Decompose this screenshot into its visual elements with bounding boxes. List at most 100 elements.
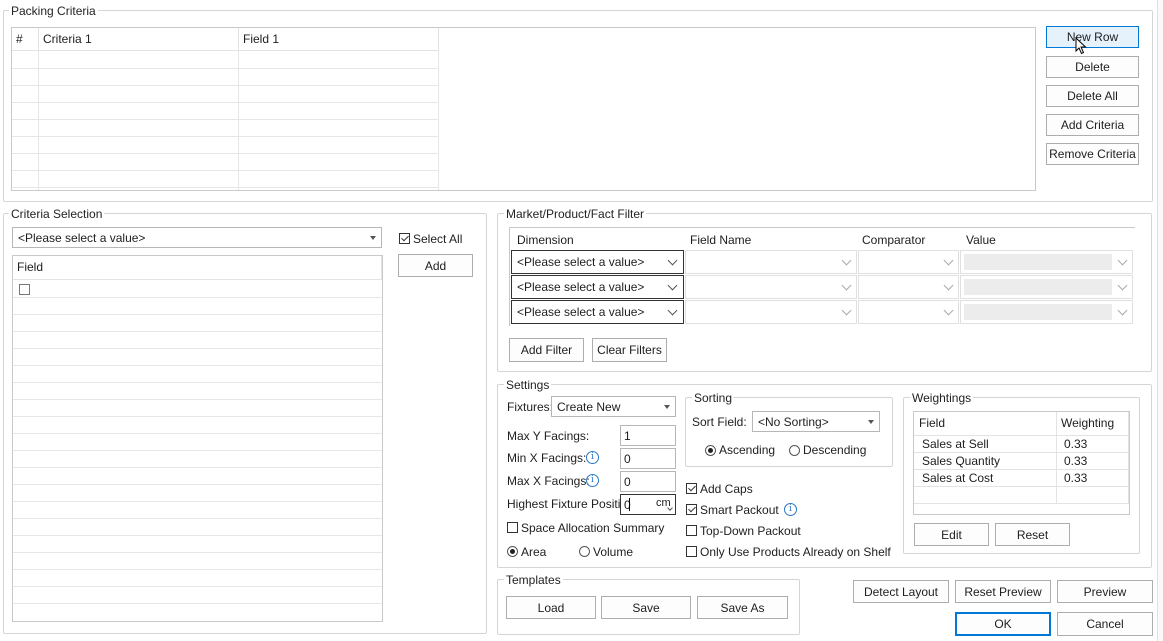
top-down-packout-checkbox[interactable] <box>686 525 697 536</box>
save-template-button[interactable]: Save <box>601 596 691 619</box>
delete-button[interactable]: Delete <box>1046 56 1139 78</box>
table-row-weight[interactable]: 0.33 <box>1057 453 1129 470</box>
column-header-field-1[interactable]: Field 1 <box>239 28 439 51</box>
sort-field-label: Sort Field: <box>692 415 747 429</box>
add-button[interactable]: Add <box>398 254 473 277</box>
field-list[interactable]: Field <box>12 255 383 622</box>
highest-fixture-position-label: Highest Fixture Position: <box>507 497 638 511</box>
dimension-dropdown-value: <Please select a value> <box>517 280 645 294</box>
info-icon[interactable]: i <box>586 474 599 487</box>
max-y-facings-input[interactable]: 1 <box>620 425 676 446</box>
chevron-down-icon <box>841 255 852 266</box>
value-dropdown[interactable] <box>960 250 1133 274</box>
chevron-down-icon[interactable] <box>667 505 673 511</box>
comparator-dropdown[interactable] <box>858 300 959 324</box>
save-as-template-button[interactable]: Save As <box>697 596 788 619</box>
sort-field-dropdown[interactable]: <No Sorting> <box>752 411 880 432</box>
remove-criteria-button[interactable]: Remove Criteria <box>1046 143 1139 165</box>
preview-button[interactable]: Preview <box>1057 580 1153 603</box>
fixtures-label: Fixtures: <box>507 400 554 414</box>
dimension-dropdown[interactable]: <Please select a value> <box>511 300 684 324</box>
chevron-down-icon <box>943 255 954 266</box>
select-all-checkbox[interactable] <box>399 233 410 244</box>
smart-packout-checkbox[interactable] <box>686 504 697 515</box>
chevron-down-icon <box>841 305 852 316</box>
max-x-facings-label: Max X Facings: <box>507 474 590 488</box>
comparator-dropdown[interactable] <box>858 275 959 299</box>
sorting-title: Sorting <box>692 391 735 405</box>
grid-line <box>13 552 382 553</box>
weightings-title: Weightings <box>910 391 974 405</box>
column-header-field[interactable]: Field <box>914 412 1057 436</box>
edit-weightings-button[interactable]: Edit <box>914 523 989 546</box>
column-header-number[interactable]: # <box>12 28 39 51</box>
area-radio[interactable] <box>507 546 518 557</box>
comparator-dropdown[interactable] <box>858 250 959 274</box>
grid-line <box>13 416 382 417</box>
volume-radio[interactable] <box>579 546 590 557</box>
grid-line <box>13 450 382 451</box>
settings-title: Settings <box>504 378 552 392</box>
column-header-weighting[interactable]: Weighting <box>1057 412 1129 436</box>
add-caps-label: Add Caps <box>700 482 753 496</box>
grid-line <box>12 170 439 171</box>
field-name-dropdown[interactable] <box>685 300 857 324</box>
grid-line <box>12 85 439 86</box>
only-use-products-label: Only Use Products Already on Shelf <box>700 545 891 559</box>
space-allocation-summary-checkbox[interactable] <box>507 522 518 533</box>
packing-criteria-grid[interactable]: # Criteria 1 Field 1 <box>11 27 1036 191</box>
grid-line <box>12 187 439 188</box>
column-header-value: Value <box>966 233 996 247</box>
criteria-dropdown[interactable]: <Please select a value> <box>12 227 382 248</box>
criteria-dropdown-value: <Please select a value> <box>18 230 146 245</box>
info-icon[interactable]: i <box>784 503 797 516</box>
fixtures-dropdown[interactable]: Create New <box>551 396 676 417</box>
weightings-grid[interactable]: Field Weighting Sales at Sell 0.33 Sales… <box>913 411 1130 515</box>
cancel-button[interactable]: Cancel <box>1057 612 1153 636</box>
max-x-facings-input[interactable]: 0 <box>620 471 676 492</box>
chevron-down-icon <box>841 280 852 291</box>
grid-line <box>12 102 439 103</box>
new-row-button[interactable]: New Row <box>1046 26 1139 48</box>
descending-radio[interactable] <box>789 445 800 456</box>
reset-weightings-button[interactable]: Reset <box>995 523 1070 546</box>
load-template-button[interactable]: Load <box>506 596 596 619</box>
add-caps-checkbox[interactable] <box>686 483 697 494</box>
table-row-field[interactable]: Sales at Cost <box>914 470 1057 487</box>
field-name-dropdown[interactable] <box>685 250 857 274</box>
dimension-dropdown[interactable]: <Please select a value> <box>511 275 684 299</box>
top-down-packout-label: Top-Down Packout <box>700 524 801 538</box>
dimension-dropdown-value: <Please select a value> <box>517 255 645 269</box>
grid-line <box>13 399 382 400</box>
ok-button[interactable]: OK <box>955 612 1051 636</box>
chevron-down-icon <box>667 280 678 291</box>
table-row-weight[interactable]: 0.33 <box>1057 470 1129 487</box>
delete-all-button[interactable]: Delete All <box>1046 85 1139 107</box>
packing-criteria-title: Packing Criteria <box>9 4 98 18</box>
field-name-dropdown[interactable] <box>685 275 857 299</box>
info-icon[interactable]: i <box>586 451 599 464</box>
value-dropdown[interactable] <box>960 300 1133 324</box>
ascending-radio[interactable] <box>705 445 716 456</box>
highest-fixture-position-input[interactable]: 0 cm <box>620 494 676 515</box>
add-criteria-button[interactable]: Add Criteria <box>1046 114 1139 136</box>
reset-preview-button[interactable]: Reset Preview <box>955 580 1051 603</box>
min-x-facings-input[interactable]: 0 <box>620 448 676 469</box>
mouse-cursor-icon <box>1075 37 1087 55</box>
field-row-checkbox[interactable] <box>19 284 30 295</box>
volume-label: Volume <box>593 545 634 559</box>
value-dropdown[interactable] <box>960 275 1133 299</box>
dimension-dropdown[interactable]: <Please select a value> <box>511 250 684 274</box>
only-use-products-checkbox[interactable] <box>686 546 697 557</box>
add-filter-button[interactable]: Add Filter <box>509 338 584 362</box>
dropdown-arrow-icon <box>664 404 670 409</box>
table-row-weight[interactable]: 0.33 <box>1057 436 1129 453</box>
table-row-field[interactable]: Sales at Sell <box>914 436 1057 453</box>
detect-layout-button[interactable]: Detect Layout <box>853 580 949 603</box>
column-header-criteria-1[interactable]: Criteria 1 <box>39 28 239 51</box>
grid-line <box>13 518 382 519</box>
table-row-field[interactable]: Sales Quantity <box>914 453 1057 470</box>
clear-filters-button[interactable]: Clear Filters <box>592 338 667 362</box>
grid-line <box>13 569 382 570</box>
column-header-field[interactable]: Field <box>13 256 382 280</box>
